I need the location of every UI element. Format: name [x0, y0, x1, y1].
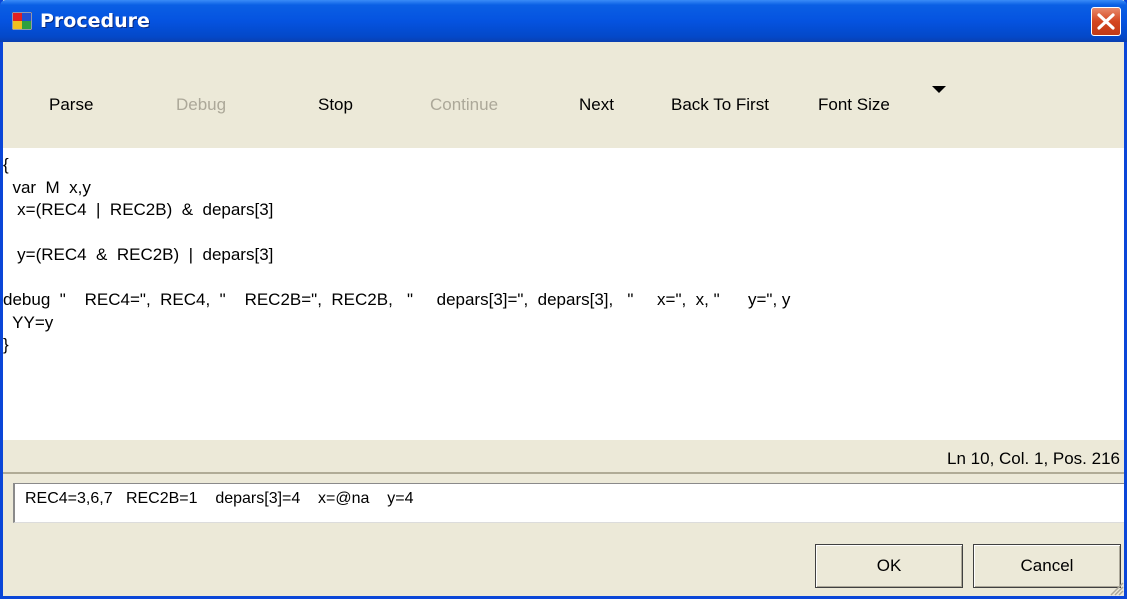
resize-grip-icon[interactable] — [1108, 580, 1124, 596]
ok-button[interactable]: OK — [815, 544, 963, 588]
cancel-button[interactable]: Cancel — [973, 544, 1121, 588]
status-bar: Ln 10, Col. 1, Pos. 216 — [3, 440, 1124, 474]
dropdown-arrow-icon[interactable] — [932, 86, 946, 93]
procedure-window: Procedure Parse Debug Stop Continue Next… — [0, 0, 1127, 599]
font-size-button[interactable]: Font Size — [818, 95, 890, 115]
procedure-app-icon — [12, 12, 32, 30]
debug-button[interactable]: Debug — [176, 95, 226, 115]
parse-button[interactable]: Parse — [49, 95, 93, 115]
toolbar: Parse Debug Stop Continue Next Back To F… — [3, 42, 1124, 148]
title-bar[interactable]: Procedure — [0, 0, 1127, 42]
continue-button[interactable]: Continue — [430, 95, 498, 115]
window-title: Procedure — [40, 10, 150, 32]
code-editor[interactable]: { var M x,y x=(REC4 | REC2B) & depars[3]… — [3, 148, 1124, 440]
back-to-first-button[interactable]: Back To First — [671, 95, 769, 115]
stop-button[interactable]: Stop — [318, 95, 353, 115]
cursor-position: Ln 10, Col. 1, Pos. 216 — [947, 449, 1120, 468]
next-button[interactable]: Next — [579, 95, 614, 115]
close-button[interactable] — [1091, 7, 1121, 36]
code-text[interactable]: { var M x,y x=(REC4 | REC2B) & depars[3]… — [3, 154, 790, 357]
close-icon — [1097, 13, 1115, 30]
output-text: REC4=3,6,7 REC2B=1 depars[3]=4 x=@na y=4 — [25, 490, 414, 507]
output-field[interactable]: REC4=3,6,7 REC2B=1 depars[3]=4 x=@na y=4 — [13, 483, 1124, 523]
